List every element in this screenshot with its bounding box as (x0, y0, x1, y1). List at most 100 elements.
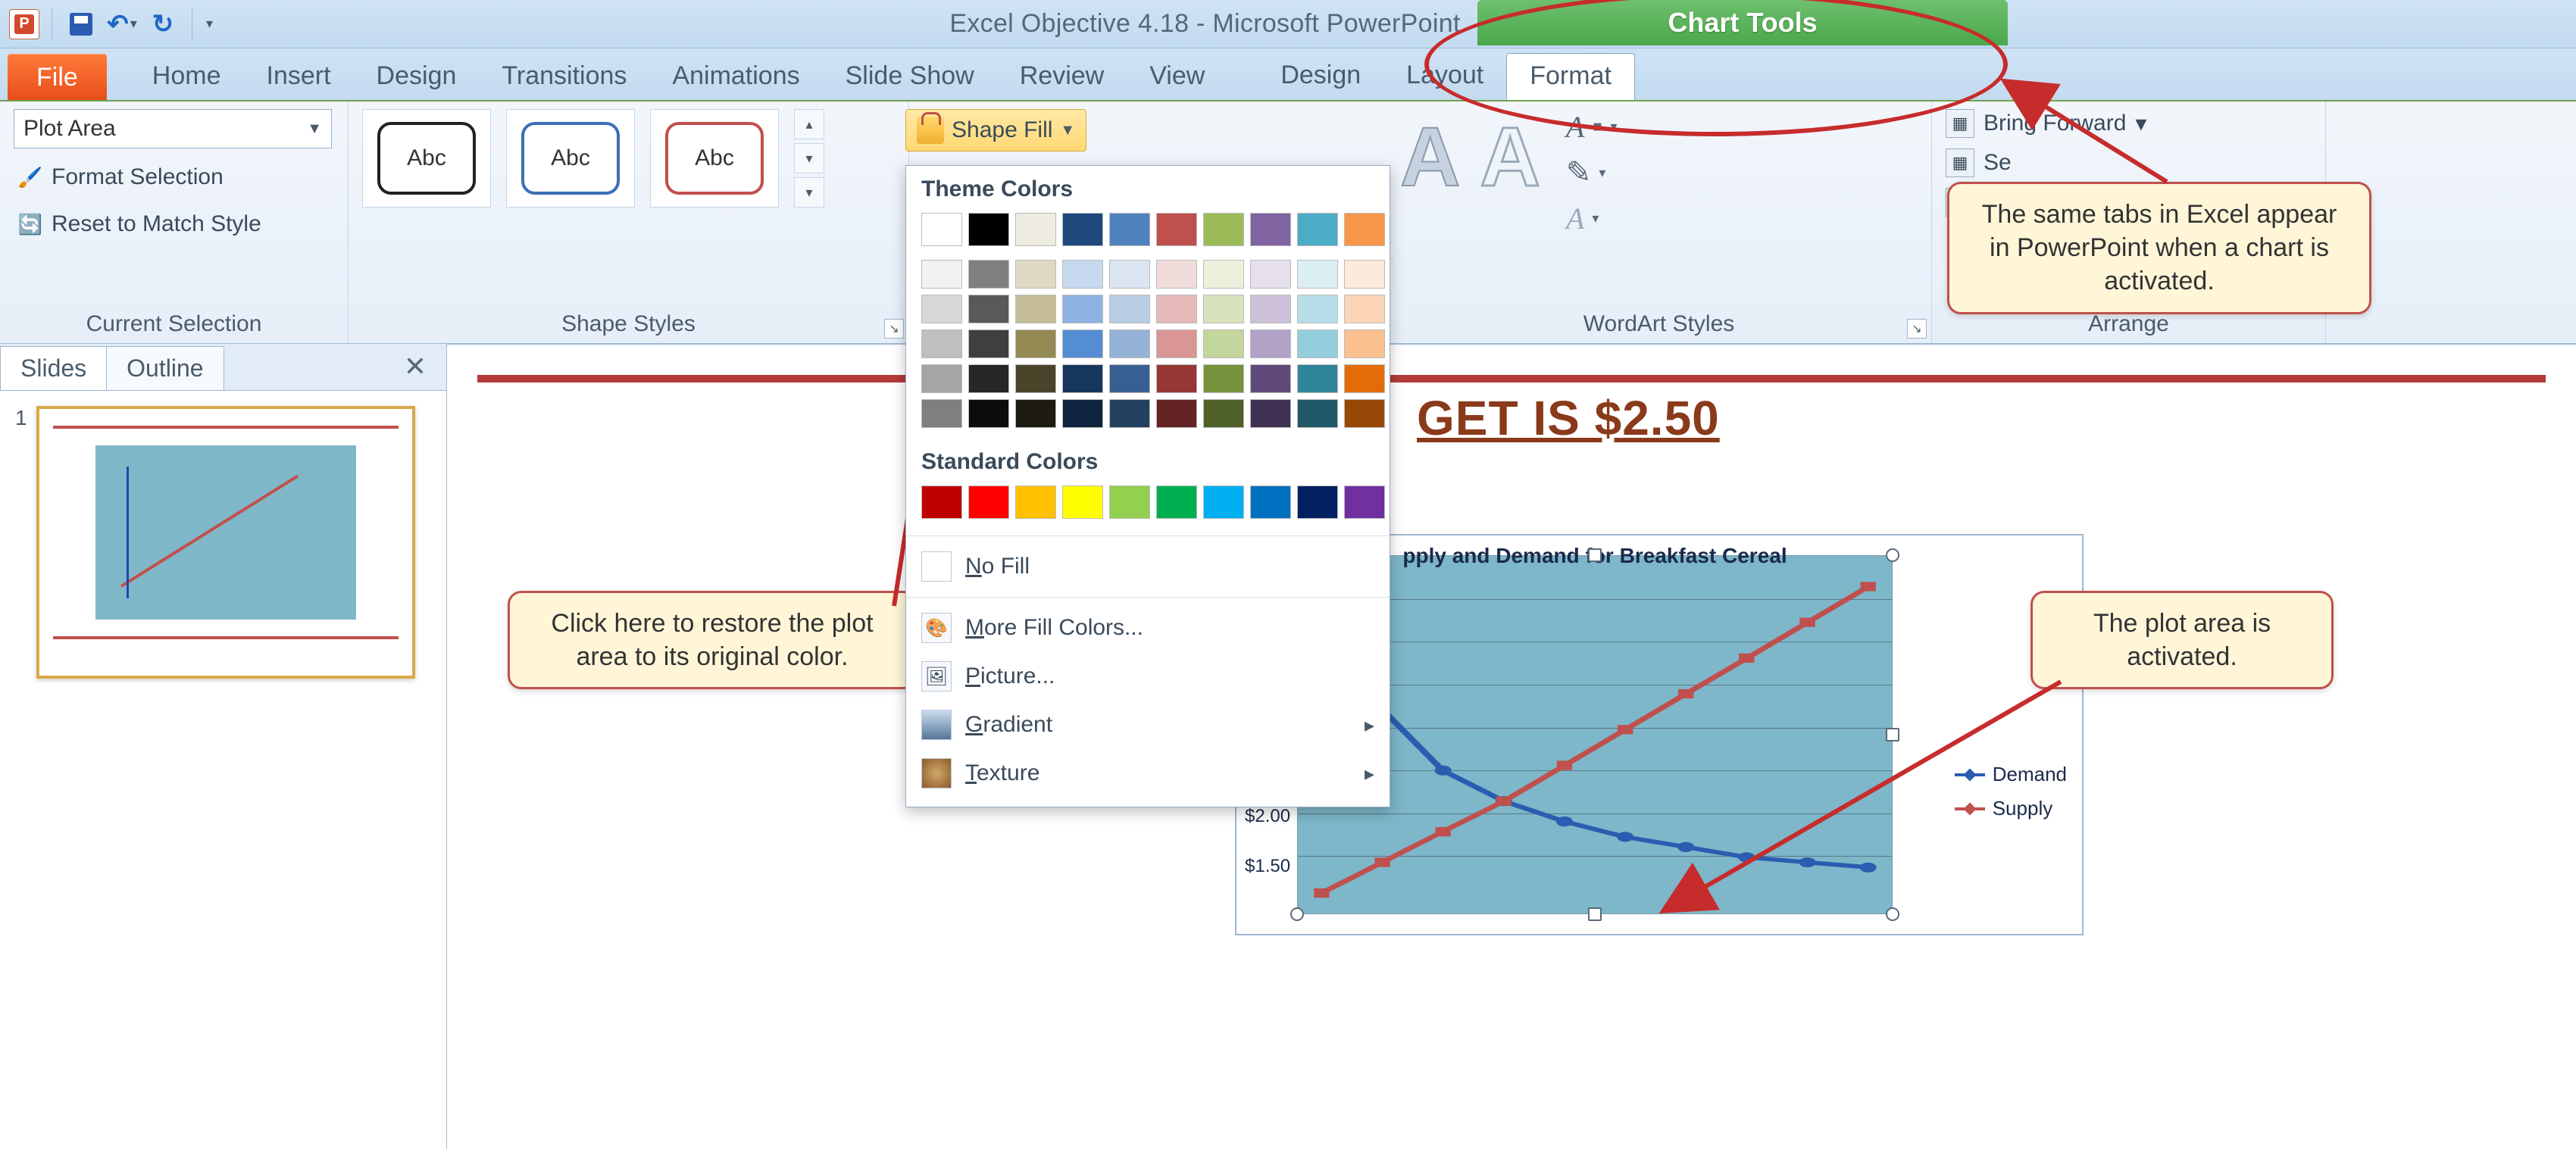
reset-match-style-button[interactable]: 🔄 Reset to Match Style (14, 206, 264, 242)
color-swatch[interactable] (1015, 364, 1056, 393)
color-swatch[interactable] (921, 486, 962, 519)
color-swatch[interactable] (1297, 329, 1338, 358)
color-swatch[interactable] (968, 295, 1009, 323)
color-swatch[interactable] (1250, 364, 1291, 393)
text-effects-button[interactable]: A▾ (1566, 201, 1618, 236)
color-swatch[interactable] (968, 486, 1009, 519)
color-swatch[interactable] (1015, 295, 1056, 323)
color-swatch[interactable] (1109, 213, 1150, 246)
shape-style-gallery[interactable]: Abc Abc Abc ▴ ▾ ▾ (362, 109, 824, 208)
color-swatch[interactable] (968, 260, 1009, 289)
shape-fill-button[interactable]: Shape Fill ▼ (905, 109, 1086, 151)
color-swatch[interactable] (1156, 486, 1197, 519)
wordart-preset-2[interactable]: A (1480, 109, 1540, 205)
tab-design[interactable]: Design (354, 54, 480, 100)
selection-handle[interactable] (1886, 907, 1899, 921)
shape-style-2[interactable]: Abc (506, 109, 635, 208)
color-swatch[interactable] (1015, 486, 1056, 519)
color-swatch[interactable] (1109, 329, 1150, 358)
slides-tab[interactable]: Slides (0, 346, 107, 390)
gradient-fill-item[interactable]: Gradient ▸ (906, 701, 1390, 749)
color-swatch[interactable] (1203, 329, 1244, 358)
close-panel-button[interactable]: ✕ (384, 343, 446, 390)
slide-thumbnail-1[interactable] (36, 406, 415, 679)
tab-insert[interactable]: Insert (244, 54, 354, 100)
color-swatch[interactable] (1297, 260, 1338, 289)
color-swatch[interactable] (1344, 213, 1385, 246)
color-swatch[interactable] (1062, 260, 1103, 289)
color-swatch[interactable] (1203, 295, 1244, 323)
app-icon[interactable]: P (9, 9, 39, 39)
color-swatch[interactable] (1250, 399, 1291, 428)
color-swatch[interactable] (1297, 364, 1338, 393)
color-swatch[interactable] (1297, 486, 1338, 519)
save-button[interactable] (64, 8, 98, 41)
color-swatch[interactable] (921, 213, 962, 246)
selection-handle[interactable] (1290, 907, 1304, 921)
color-swatch[interactable] (1203, 399, 1244, 428)
color-swatch[interactable] (1062, 399, 1103, 428)
color-swatch[interactable] (1015, 329, 1056, 358)
color-swatch[interactable] (1344, 295, 1385, 323)
dialog-launcher-icon[interactable]: ↘ (884, 319, 904, 339)
undo-button[interactable]: ↶▾ (105, 8, 139, 41)
shape-style-3[interactable]: Abc (650, 109, 779, 208)
color-swatch[interactable] (968, 399, 1009, 428)
color-swatch[interactable] (1109, 399, 1150, 428)
texture-fill-item[interactable]: Texture ▸ (906, 749, 1390, 798)
color-swatch[interactable] (1297, 399, 1338, 428)
dialog-launcher-icon[interactable]: ↘ (1907, 319, 1927, 339)
color-swatch[interactable] (1156, 364, 1197, 393)
qat-customize[interactable]: ▾ (206, 16, 213, 32)
color-swatch[interactable] (1109, 364, 1150, 393)
color-swatch[interactable] (1250, 295, 1291, 323)
color-swatch[interactable] (1156, 329, 1197, 358)
color-swatch[interactable] (1203, 260, 1244, 289)
selection-handle[interactable] (1886, 548, 1899, 562)
color-swatch[interactable] (1156, 295, 1197, 323)
color-swatch[interactable] (1297, 295, 1338, 323)
gallery-up-icon[interactable]: ▴ (794, 109, 824, 139)
color-swatch[interactable] (1344, 364, 1385, 393)
tab-view[interactable]: View (1127, 54, 1227, 100)
redo-button[interactable]: ↻ (146, 8, 180, 41)
selection-handle[interactable] (1588, 907, 1602, 921)
tab-transitions[interactable]: Transitions (479, 54, 649, 100)
gallery-more[interactable]: ▴ ▾ ▾ (794, 109, 824, 208)
wordart-gallery[interactable]: A A (1400, 109, 1540, 205)
color-swatch[interactable] (1015, 260, 1056, 289)
color-swatch[interactable] (1344, 260, 1385, 289)
file-tab[interactable]: File (8, 54, 107, 100)
picture-fill-item[interactable]: 🖼 Picture... (906, 652, 1390, 701)
color-swatch[interactable] (968, 213, 1009, 246)
color-swatch[interactable] (921, 260, 962, 289)
no-fill-item[interactable]: No Fill (906, 542, 1390, 591)
more-fill-colors-item[interactable]: 🎨 More Fill Colors... (906, 604, 1390, 652)
color-swatch[interactable] (1344, 399, 1385, 428)
outline-tab[interactable]: Outline (106, 346, 224, 390)
chart-element-combo[interactable]: Plot Area ▼ (14, 109, 332, 148)
color-swatch[interactable] (1109, 486, 1150, 519)
color-swatch[interactable] (1156, 399, 1197, 428)
selection-handle[interactable] (1886, 728, 1899, 742)
color-swatch[interactable] (968, 364, 1009, 393)
tab-home[interactable]: Home (130, 54, 244, 100)
wordart-preset-1[interactable]: A (1400, 109, 1460, 205)
color-swatch[interactable] (1109, 295, 1150, 323)
gallery-down-icon[interactable]: ▾ (794, 143, 824, 173)
color-swatch[interactable] (1156, 213, 1197, 246)
bring-forward-button[interactable]: ▦ Bring Forward▾ (1946, 109, 2146, 138)
tab-review[interactable]: Review (997, 54, 1127, 100)
color-swatch[interactable] (1109, 260, 1150, 289)
color-swatch[interactable] (968, 329, 1009, 358)
color-swatch[interactable] (1250, 329, 1291, 358)
color-swatch[interactable] (1203, 213, 1244, 246)
color-swatch[interactable] (1062, 329, 1103, 358)
color-swatch[interactable] (1203, 364, 1244, 393)
color-swatch[interactable] (1156, 260, 1197, 289)
color-swatch[interactable] (1297, 213, 1338, 246)
gallery-expand-icon[interactable]: ▾ (794, 177, 824, 208)
color-swatch[interactable] (1250, 486, 1291, 519)
color-swatch[interactable] (1250, 213, 1291, 246)
color-swatch[interactable] (1203, 486, 1244, 519)
